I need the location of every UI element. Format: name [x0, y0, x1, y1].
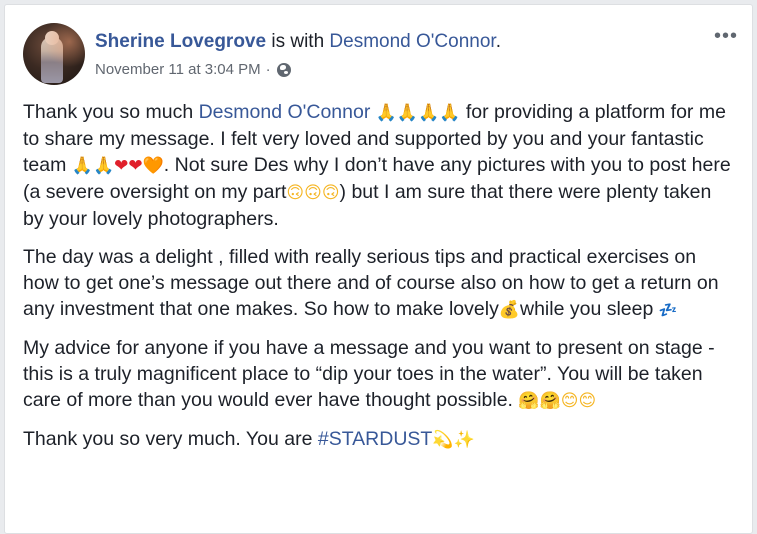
header-suffix: .: [495, 31, 501, 52]
mention-link[interactable]: Desmond O'Connor: [199, 101, 371, 123]
post-header: Sherine Lovegrove is with Desmond O'Conn…: [95, 31, 501, 53]
hashtag-link[interactable]: #STARDUST: [318, 428, 433, 450]
paragraph-2: The day was a delight , filled with real…: [23, 244, 733, 323]
p3-text-1: My advice for anyone if you have a messa…: [23, 337, 715, 411]
paragraph-4: Thank you so very much. You are #STARDUS…: [23, 426, 733, 453]
globe-icon[interactable]: [276, 62, 291, 77]
with-text: is with: [271, 31, 325, 52]
meta-separator: ·: [265, 61, 271, 78]
paragraph-3: My advice for anyone if you have a messa…: [23, 335, 733, 414]
p2-text-2: while you sleep: [520, 298, 659, 320]
author-avatar[interactable]: [23, 23, 85, 85]
post-meta: November 11 at 3:04 PM ·: [95, 61, 291, 78]
post-timestamp-link[interactable]: November 11 at 3:04 PM: [95, 61, 261, 78]
upside-down-face-emoji: 🙃🙃🙃: [286, 183, 340, 203]
more-options-button[interactable]: •••: [714, 25, 738, 48]
smiling-face-emoji: 😊😊: [560, 391, 597, 411]
sparkles-emoji: ✨: [453, 430, 475, 450]
dizzy-emoji: 💫: [432, 430, 454, 450]
author-name-link[interactable]: Sherine Lovegrove: [95, 31, 266, 52]
pray-emoji: 🙏🙏🙏🙏: [370, 103, 466, 123]
orange-heart-emoji: 🧡: [142, 156, 164, 176]
tagged-person-link[interactable]: Desmond O'Connor: [329, 31, 495, 52]
post-card: Sherine Lovegrove is with Desmond O'Conn…: [4, 4, 753, 534]
avatar-light: [23, 23, 85, 85]
paragraph-1: Thank you so much Desmond O'Connor 🙏🙏🙏🙏 …: [23, 99, 733, 232]
p1-text-1: Thank you so much: [23, 101, 199, 123]
hugging-face-emoji: 🤗🤗: [518, 391, 561, 411]
p4-text-1: Thank you so very much. You are: [23, 428, 318, 450]
zzz-emoji: 💤: [658, 301, 678, 319]
pray-emoji-2: 🙏🙏: [71, 156, 115, 176]
money-bag-emoji: 💰: [498, 300, 520, 320]
red-heart-emoji: ❤❤: [114, 156, 143, 176]
post-body: Thank you so much Desmond O'Connor 🙏🙏🙏🙏 …: [23, 99, 733, 465]
